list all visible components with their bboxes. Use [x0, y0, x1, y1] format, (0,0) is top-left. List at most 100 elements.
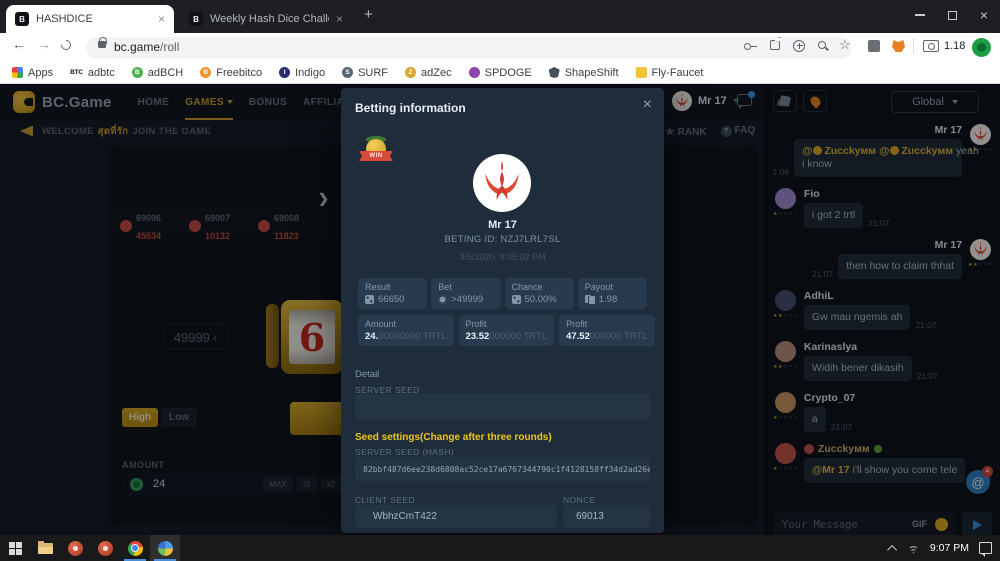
history-item[interactable]: 69007 10132 [189, 208, 230, 244]
seed-settings-label: Seed settings(Change after three rounds) [355, 432, 552, 443]
player-avatar[interactable] [473, 154, 531, 212]
history-item[interactable]: 69006 45534 [120, 208, 161, 244]
bookmark-item[interactable]: Z adZec [405, 67, 452, 79]
nav-item[interactable]: BONUS [249, 84, 287, 120]
server-seed-hash-input[interactable]: 82bbf487d6ee238d6808ac52ce17a6767344790c… [355, 457, 650, 481]
bookmark-item[interactable]: Apps [12, 67, 53, 79]
chat-username[interactable]: Mr 17 [935, 124, 962, 136]
bookmark-star-icon[interactable]: ☆ [839, 37, 852, 50]
bookmark-item[interactable]: S SURF [342, 67, 388, 79]
browser-tab[interactable]: B Weekly Hash Dice Challenge - Se × [180, 5, 352, 33]
high-button[interactable]: High [122, 408, 158, 427]
forward-icon[interactable]: → [37, 36, 51, 52]
chat-username[interactable]: AdhiL [804, 290, 834, 302]
bookmark-label: ShapeShift [565, 67, 619, 79]
tab-close-icon[interactable]: × [158, 12, 165, 26]
chat-username[interactable]: Zucckyмм [818, 443, 870, 455]
nav-item[interactable]: HOME [138, 84, 170, 120]
panel-collapse-icon[interactable]: ❯ [318, 191, 329, 207]
avatar[interactable] [970, 124, 991, 145]
bookmark-item[interactable]: Fly-Faucet [636, 67, 704, 79]
nav-item[interactable]: GAMES [185, 84, 233, 120]
clock[interactable]: 9:07 PM [930, 542, 969, 554]
chat-message-input[interactable] [774, 512, 956, 535]
window-maximize-button[interactable] [936, 0, 968, 30]
bcgame-logo-icon[interactable] [13, 91, 35, 113]
chat-username[interactable]: Mr 17 [935, 239, 962, 251]
chat-name-row: Mr 17 [935, 239, 962, 251]
modal-close-icon[interactable]: × [643, 96, 652, 114]
mentions-badge: 4 [982, 466, 993, 477]
amount-value: 24 [153, 478, 165, 490]
chat-dice-button[interactable] [773, 90, 797, 112]
mention[interactable]: @Mr 17 [812, 464, 850, 476]
channel-select[interactable]: Global [891, 91, 979, 113]
gif-button[interactable]: GIF [912, 519, 927, 529]
avatar[interactable] [775, 290, 796, 311]
rank-link[interactable]: ★ RANK [665, 125, 707, 138]
mention[interactable]: @Zucckyмм [879, 145, 953, 157]
window-minimize-button[interactable] [904, 0, 936, 30]
chat-username[interactable]: Karinaslya [804, 341, 857, 353]
browser-tab[interactable]: B HASHDICE × [6, 5, 174, 33]
nonce-input[interactable]: 69013 [563, 505, 650, 528]
browser-profile-avatar[interactable] [972, 38, 991, 57]
start-button[interactable] [0, 535, 30, 561]
avatar[interactable] [775, 341, 796, 362]
nav-label: BONUS [249, 97, 287, 108]
bookmark-item[interactable]: B Freebitco [200, 67, 262, 79]
header-user[interactable]: Mr 17 [672, 91, 739, 111]
mentions-button[interactable]: @4 [966, 470, 990, 494]
zoom-search-icon[interactable] [817, 40, 830, 53]
low-button[interactable]: Low [161, 408, 197, 427]
question-icon: ? [721, 126, 732, 137]
client-seed-input[interactable]: WbhzCmT422 [355, 505, 557, 528]
bet-button-partial[interactable] [290, 402, 345, 435]
password-key-icon[interactable] [744, 40, 757, 53]
pinned-app-1[interactable] [60, 535, 90, 561]
send-button[interactable] [962, 512, 992, 535]
amount-input[interactable]: 24 MAX /2 x2 [122, 473, 345, 495]
bookmark-item[interactable]: B adBCH [132, 67, 183, 79]
bookmark-item[interactable]: SPDOGE [469, 67, 532, 79]
share-icon[interactable] [770, 40, 780, 50]
max-button[interactable]: MAX [263, 477, 293, 491]
chat-username[interactable]: Crypto_07 [804, 392, 855, 404]
url-text[interactable]: bc.game/roll [114, 40, 179, 54]
pinned-app-2[interactable] [90, 535, 120, 561]
double-button[interactable]: x2 [321, 477, 341, 491]
avatar[interactable] [775, 443, 796, 464]
avatar[interactable] [775, 188, 796, 209]
chat-toggle-icon[interactable] [737, 94, 752, 106]
message-time: 21:07 [917, 371, 938, 381]
emoji-button[interactable] [935, 518, 948, 531]
address-bar[interactable] [86, 37, 852, 59]
wifi-icon[interactable] [907, 543, 920, 554]
bookmark-item[interactable]: ShapeShift [549, 67, 619, 79]
faq-link[interactable]: ?FAQ [721, 125, 756, 137]
action-center-icon[interactable] [979, 542, 992, 554]
bookmark-item[interactable]: I Indigo [279, 67, 325, 79]
extension-icon[interactable] [868, 40, 880, 52]
bookmark-item[interactable]: BTC adbtc [70, 67, 115, 79]
add-circle-icon[interactable] [793, 40, 805, 52]
mention[interactable]: @Zucckyмм [802, 145, 876, 157]
back-icon[interactable]: ← [12, 36, 26, 52]
stat-value: 50.00% [525, 294, 557, 305]
chrome-taskbar-button[interactable] [120, 535, 150, 561]
wallet-extension-icon[interactable] [923, 40, 939, 52]
brand-title[interactable]: BC.Game [42, 94, 112, 111]
chat-username[interactable]: Fio [804, 188, 820, 200]
server-seed-input[interactable] [355, 394, 650, 419]
new-tab-button[interactable]: + [364, 6, 373, 23]
tab-close-icon[interactable]: × [336, 12, 343, 26]
chat-rain-button[interactable] [803, 90, 827, 112]
history-item[interactable]: 69008 11823 [258, 208, 299, 244]
avatar[interactable] [970, 239, 991, 260]
avatar[interactable] [775, 392, 796, 413]
half-button[interactable]: /2 [297, 477, 317, 491]
file-explorer-button[interactable] [30, 535, 60, 561]
active-app-button[interactable] [150, 535, 180, 561]
window-close-button[interactable]: × [968, 0, 1000, 30]
tray-expand-icon[interactable] [887, 544, 897, 554]
